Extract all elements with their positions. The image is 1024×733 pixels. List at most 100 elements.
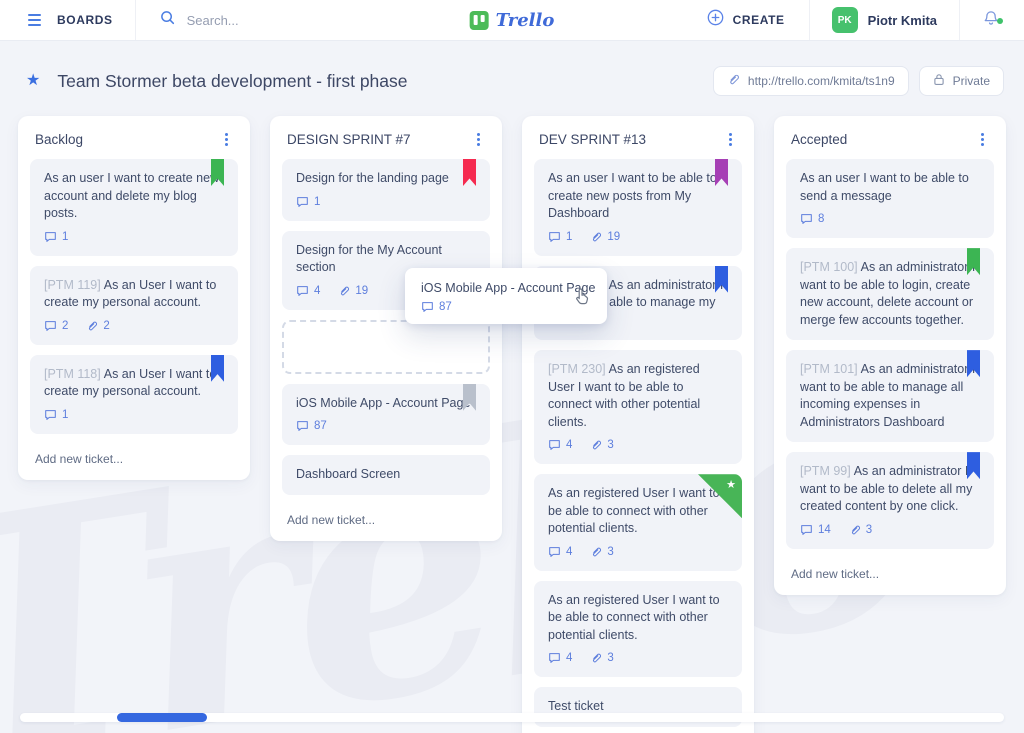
ticket-id: [PTM 119] bbox=[44, 278, 101, 292]
board-title: Team Stormer beta development - first ph… bbox=[57, 71, 407, 92]
hand-cursor-icon bbox=[572, 286, 591, 310]
ticket-card[interactable]: Design for the landing page 1 bbox=[282, 159, 490, 221]
notification-dot bbox=[997, 18, 1003, 24]
comments-count: 1 bbox=[548, 229, 572, 245]
column-accepted: Accepted As an user I want to be able to… bbox=[774, 116, 1006, 595]
comments-count: 8 bbox=[800, 211, 824, 227]
ticket-title: Dashboard Screen bbox=[296, 466, 476, 484]
attachments-count: 19 bbox=[338, 283, 368, 299]
add-ticket-button[interactable]: Add new ticket... bbox=[30, 444, 238, 470]
ticket-title: As an registered User I want to be able … bbox=[548, 592, 728, 645]
ticket-title: As an user I want to be able to send a m… bbox=[800, 170, 980, 205]
search-bar[interactable] bbox=[160, 10, 339, 30]
create-button[interactable]: CREATE bbox=[683, 9, 809, 31]
column-header: Backlog bbox=[30, 116, 238, 159]
create-button-label: CREATE bbox=[733, 13, 785, 27]
column-menu-icon[interactable] bbox=[976, 130, 989, 149]
column-menu-icon[interactable] bbox=[724, 130, 737, 149]
column-dev-sprint: DEV SPRINT #13 As an user I want to be a… bbox=[522, 116, 754, 733]
boards-button[interactable]: BOARDS bbox=[57, 13, 113, 27]
ticket-card[interactable]: [PTM 119]As an User I want to create my … bbox=[30, 266, 238, 345]
comments-count: 2 bbox=[44, 318, 68, 334]
paperclip-icon bbox=[727, 73, 740, 89]
star-badge-icon: ★ bbox=[726, 478, 736, 493]
ticket-card[interactable]: [PTM 230]As an registered User I want to… bbox=[534, 350, 742, 464]
column-backlog: Backlog As an user I want to create new … bbox=[18, 116, 250, 480]
privacy-button[interactable]: Private bbox=[919, 66, 1004, 96]
column-title: Accepted bbox=[791, 132, 847, 147]
add-ticket-button[interactable]: Add new ticket... bbox=[786, 559, 994, 585]
lock-icon bbox=[933, 73, 945, 89]
column-header: Accepted bbox=[786, 116, 994, 159]
divider bbox=[135, 0, 136, 40]
search-input[interactable] bbox=[185, 12, 339, 29]
ticket-id: [PTM 100] bbox=[800, 260, 858, 274]
horizontal-scrollbar-thumb[interactable] bbox=[117, 713, 207, 722]
comments-count: 87 bbox=[296, 418, 327, 434]
comments-count: 1 bbox=[296, 194, 320, 210]
column-title: Backlog bbox=[35, 132, 83, 147]
ticket-card[interactable]: ★ As an registered User I want to be abl… bbox=[534, 474, 742, 571]
attachments-count: 2 bbox=[86, 318, 109, 334]
ticket-title: As an user I want to create new account … bbox=[44, 170, 224, 223]
column-design-sprint: DESIGN SPRINT #7 Design for the landing … bbox=[270, 116, 502, 541]
horizontal-scrollbar-track[interactable] bbox=[20, 713, 1004, 722]
menu-icon[interactable] bbox=[24, 10, 45, 30]
comments-count: 14 bbox=[800, 522, 831, 538]
comments-count: 4 bbox=[296, 283, 320, 299]
ticket-card[interactable]: Dashboard Screen bbox=[282, 455, 490, 495]
top-bar: BOARDS Trello CREATE PK P bbox=[0, 0, 1024, 41]
search-icon bbox=[160, 10, 175, 30]
ticket-card[interactable]: As an user I want to create new account … bbox=[30, 159, 238, 256]
column-menu-icon[interactable] bbox=[472, 130, 485, 149]
comments-count: 1 bbox=[44, 229, 68, 245]
column-title: DEV SPRINT #13 bbox=[539, 132, 646, 147]
comments-count: 4 bbox=[548, 544, 572, 560]
ticket-card[interactable]: As an user I want to be able to send a m… bbox=[786, 159, 994, 238]
app-window: Trello BOARDS Trello CREATE bbox=[0, 0, 1024, 733]
add-ticket-button[interactable]: Add new ticket... bbox=[282, 505, 490, 531]
ticket-card[interactable]: [PTM 100]As an administrator I want to b… bbox=[786, 248, 994, 340]
trello-logo-icon bbox=[470, 11, 489, 30]
plus-circle-icon bbox=[707, 9, 724, 31]
ticket-id: [PTM 118] bbox=[44, 367, 101, 381]
comments-count: 1 bbox=[44, 407, 68, 423]
ticket-title: As an registered User I want to be able … bbox=[548, 485, 728, 538]
user-name: Piotr Kmita bbox=[868, 13, 937, 28]
comments-count: 4 bbox=[548, 437, 572, 453]
ticket-id: [PTM 101] bbox=[800, 362, 858, 376]
dragged-ticket-card[interactable]: iOS Mobile App - Account Page 87 bbox=[405, 268, 607, 324]
ticket-title: Design for the landing page bbox=[296, 170, 476, 188]
user-menu[interactable]: PK Piotr Kmita bbox=[810, 7, 959, 33]
board-header: ★ Team Stormer beta development - first … bbox=[0, 41, 1024, 114]
privacy-label: Private bbox=[953, 74, 990, 88]
comments-count: 4 bbox=[548, 650, 572, 666]
star-icon[interactable]: ★ bbox=[26, 73, 40, 89]
board-url-button[interactable]: http://trello.com/kmita/ts1n9 bbox=[713, 66, 909, 96]
ticket-id: [PTM 230] bbox=[548, 362, 606, 376]
comments-count: 87 bbox=[421, 301, 452, 313]
attachments-count: 19 bbox=[590, 229, 620, 245]
column-header: DEV SPRINT #13 bbox=[534, 116, 742, 159]
notifications-button[interactable] bbox=[960, 9, 1006, 32]
ticket-title: As an user I want to be able to create n… bbox=[548, 170, 728, 223]
topbar-left: BOARDS bbox=[0, 0, 339, 40]
ticket-card[interactable]: [PTM 99]As an administrator I want to be… bbox=[786, 452, 994, 549]
ticket-card[interactable]: [PTM 101]As an administrator I want to b… bbox=[786, 350, 994, 442]
ticket-card[interactable]: iOS Mobile App - Account Page 87 bbox=[282, 384, 490, 446]
trello-logo-text: Trello bbox=[496, 10, 555, 31]
board-header-actions: http://trello.com/kmita/ts1n9 Private bbox=[713, 66, 1004, 96]
ticket-card[interactable]: As an user I want to be able to create n… bbox=[534, 159, 742, 256]
card-drop-placeholder[interactable] bbox=[282, 320, 490, 374]
column-menu-icon[interactable] bbox=[220, 130, 233, 149]
trello-logo[interactable]: Trello bbox=[470, 0, 555, 40]
ticket-id: [PTM 99] bbox=[800, 464, 851, 478]
topbar-right: CREATE PK Piotr Kmita bbox=[683, 0, 1024, 40]
board-url: http://trello.com/kmita/ts1n9 bbox=[748, 74, 895, 88]
ticket-title: iOS Mobile App - Account Page bbox=[421, 281, 591, 295]
ticket-card[interactable]: As an registered User I want to be able … bbox=[534, 581, 742, 678]
column-header: DESIGN SPRINT #7 bbox=[282, 116, 490, 159]
attachments-count: 3 bbox=[590, 544, 613, 560]
ticket-title: iOS Mobile App - Account Page bbox=[296, 395, 476, 413]
ticket-card[interactable]: [PTM 118]As an User I want to create my … bbox=[30, 355, 238, 434]
